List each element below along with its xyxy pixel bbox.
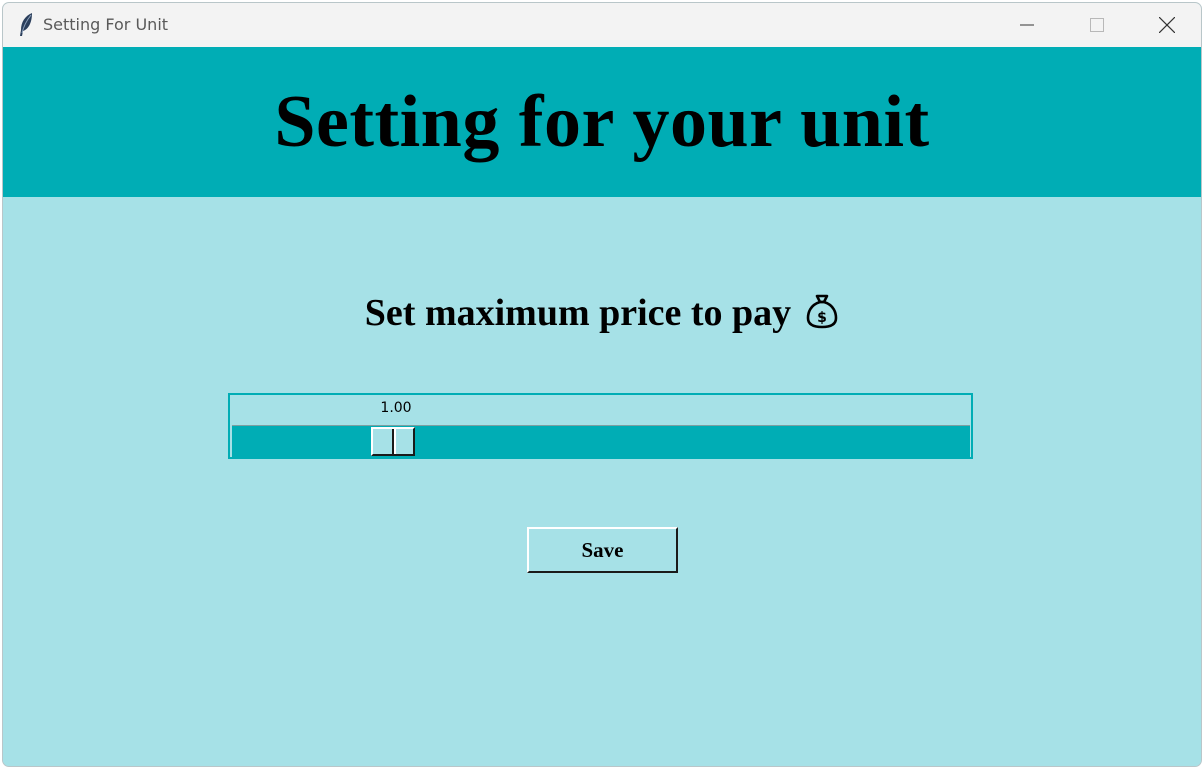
window-title: Setting For Unit (43, 15, 169, 34)
price-slider[interactable]: 1.00 (228, 393, 973, 459)
svg-text:$: $ (817, 310, 827, 326)
slider-thumb[interactable] (371, 427, 415, 456)
maximize-icon (1090, 18, 1104, 32)
app-window: Setting For Unit Setting for your unit S… (2, 2, 1202, 767)
minimize-button[interactable] (993, 3, 1061, 47)
max-price-heading: Set maximum price to pay (364, 292, 792, 334)
title-bar[interactable]: Setting For Unit (3, 3, 1201, 47)
slider-trough[interactable] (232, 425, 970, 457)
header-banner: Setting for your unit (3, 47, 1201, 197)
close-icon (1159, 17, 1175, 33)
money-bag-icon: $ (805, 293, 839, 334)
maximize-button[interactable] (1063, 3, 1131, 47)
heading-row: Set maximum price to pay $ (3, 285, 1201, 341)
close-button[interactable] (1133, 3, 1201, 47)
page-title: Setting for your unit (274, 80, 930, 163)
main-content: Set maximum price to pay $ 1.00 Save (3, 197, 1201, 766)
minimize-icon (1020, 24, 1034, 26)
save-button[interactable]: Save (527, 527, 678, 573)
slider-value-label: 1.00 (380, 400, 412, 416)
feather-icon (17, 12, 35, 38)
